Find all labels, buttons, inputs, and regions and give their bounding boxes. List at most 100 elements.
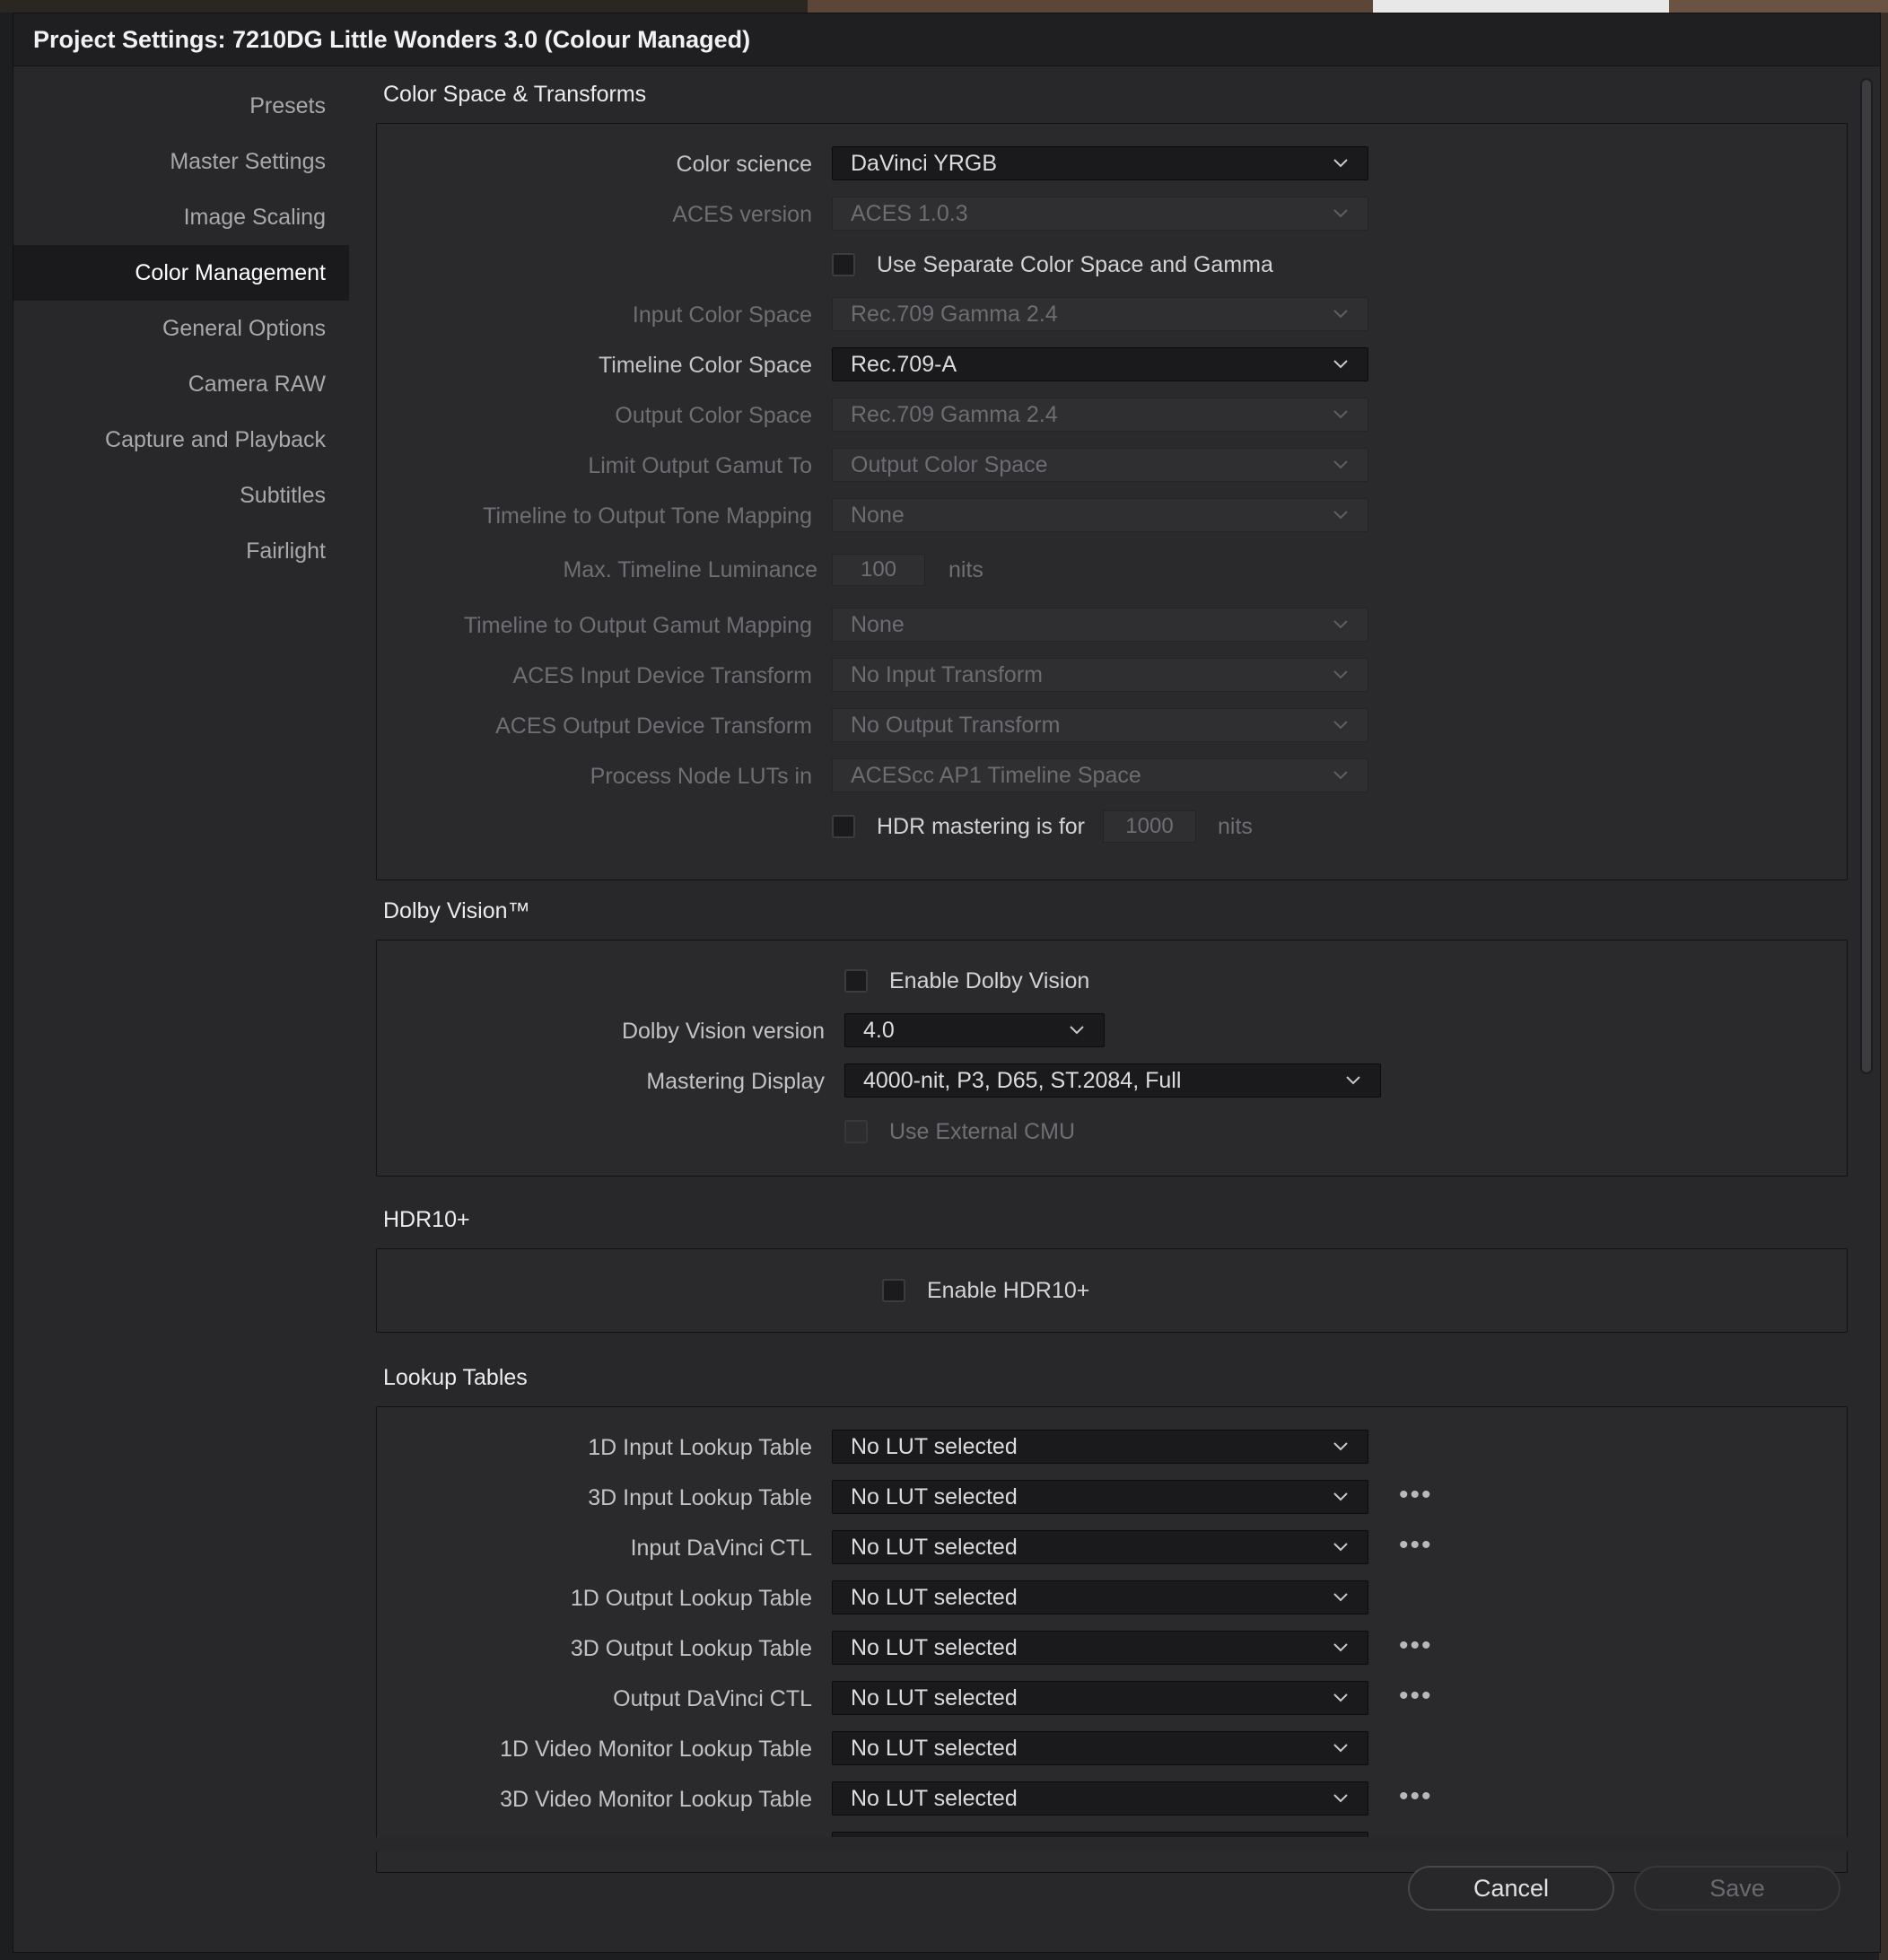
lut-row-label: Input DaVinci CTL — [630, 1536, 812, 1561]
hdr-mastering-unit: nits — [1218, 814, 1253, 839]
chevron-down-icon — [1332, 205, 1350, 223]
dropdown-value: Rec.709 Gamma 2.4 — [851, 302, 1058, 327]
lut-row-label: 3D Input Lookup Table — [588, 1485, 812, 1510]
lut-dropdown-3d-input[interactable]: No LUT selected — [832, 1480, 1368, 1514]
hdr-mastering-checkbox[interactable] — [832, 815, 855, 838]
max-luminance-input[interactable]: 100 — [832, 554, 925, 586]
lut-dropdown-1d-output[interactable]: No LUT selected — [832, 1580, 1368, 1614]
mastering-display-dropdown[interactable]: 4000-nit, P3, D65, ST.2084, Full — [844, 1063, 1381, 1098]
dolby-panel — [376, 940, 1848, 1177]
lut-row-label: 1D Video Monitor Lookup Table — [500, 1737, 812, 1762]
dropdown-value: None — [851, 503, 905, 528]
chevron-down-icon — [1332, 1689, 1350, 1707]
gamut-mapping-label: Timeline to Output Gamut Mapping — [463, 613, 812, 638]
aces-odt-label: ACES Output Device Transform — [495, 713, 812, 739]
chevron-down-icon — [1332, 616, 1350, 634]
chevron-down-icon — [1332, 406, 1350, 424]
dropdown-value: Rec.709-A — [851, 352, 957, 377]
enable-hdr10-checkbox[interactable] — [882, 1279, 905, 1302]
separate-color-space-label: Use Separate Color Space and Gamma — [877, 252, 1273, 277]
settings-content: Color Space & Transforms Color science D… — [13, 13, 1880, 1873]
chevron-down-icon — [1332, 1488, 1350, 1506]
dropdown-value: No LUT selected — [851, 1535, 1018, 1560]
dropdown-value: No Input Transform — [851, 662, 1043, 687]
max-luminance-label: Max. Timeline Luminance — [563, 557, 817, 582]
more-options-button[interactable]: ••• — [1399, 1532, 1435, 1566]
more-options-button[interactable]: ••• — [1399, 1783, 1435, 1817]
lut-dropdown-input-ctl[interactable]: No LUT selected — [832, 1530, 1368, 1564]
dropdown-value: DaVinci YRGB — [851, 151, 998, 176]
dropdown-value: No LUT selected — [851, 1685, 1018, 1711]
chevron-down-icon — [1332, 355, 1350, 373]
vertical-scrollbar[interactable] — [1860, 78, 1873, 1074]
more-options-button[interactable]: ••• — [1399, 1482, 1435, 1516]
more-options-button[interactable]: ••• — [1399, 1632, 1435, 1667]
chevron-down-icon — [1068, 1021, 1086, 1039]
enable-dolby-checkbox[interactable] — [844, 969, 868, 993]
process-node-luts-dropdown[interactable]: ACEScc AP1 Timeline Space — [832, 758, 1368, 792]
output-color-space-label: Output Color Space — [615, 403, 812, 428]
lut-row-label: 1D Output Lookup Table — [570, 1586, 812, 1611]
dropdown-value: No LUT selected — [851, 1585, 1018, 1610]
color-science-label: Color science — [676, 152, 812, 177]
save-button[interactable]: Save — [1634, 1866, 1840, 1911]
hdr-mastering-input[interactable]: 1000 — [1103, 810, 1196, 843]
dropdown-value: No LUT selected — [851, 1635, 1018, 1660]
mastering-display-label: Mastering Display — [646, 1069, 825, 1094]
enable-dolby-label: Enable Dolby Vision — [889, 968, 1090, 993]
aces-version-label: ACES version — [672, 202, 812, 227]
lut-dropdown-output-ctl[interactable]: No LUT selected — [832, 1681, 1368, 1715]
background-photo — [808, 0, 1373, 13]
dropdown-value: No LUT selected — [851, 1786, 1018, 1811]
scrollbar-thumb[interactable] — [1862, 80, 1871, 1072]
cancel-button[interactable]: Cancel — [1408, 1866, 1614, 1911]
chevron-down-icon — [1332, 506, 1350, 524]
chevron-down-icon — [1332, 1538, 1350, 1556]
chevron-down-icon — [1332, 305, 1350, 323]
lut-dropdown-3d-output[interactable]: No LUT selected — [832, 1631, 1368, 1665]
dolby-version-dropdown[interactable]: 4.0 — [844, 1013, 1105, 1047]
input-color-space-dropdown[interactable]: Rec.709 Gamma 2.4 — [832, 297, 1368, 331]
lut-dropdown-3d-monitor[interactable]: No LUT selected — [832, 1781, 1368, 1816]
lut-dropdown-1d-monitor[interactable]: No LUT selected — [832, 1731, 1368, 1765]
lut-row-label: 3D Output Lookup Table — [570, 1636, 812, 1661]
dropdown-value: No LUT selected — [851, 1434, 1018, 1459]
chevron-down-icon — [1332, 1639, 1350, 1657]
dropdown-value: None — [851, 612, 905, 637]
chevron-down-icon — [1332, 716, 1350, 734]
more-options-button[interactable]: ••• — [1399, 1683, 1435, 1717]
tone-mapping-dropdown[interactable]: None — [832, 498, 1368, 532]
aces-version-dropdown[interactable]: ACES 1.0.3 — [832, 197, 1368, 231]
external-cmu-checkbox[interactable] — [844, 1120, 868, 1143]
background-photo — [1669, 0, 1888, 13]
background-strip — [0, 0, 1888, 13]
timeline-color-space-dropdown[interactable]: Rec.709-A — [832, 347, 1368, 381]
aces-odt-dropdown[interactable]: No Output Transform — [832, 708, 1368, 742]
section-title-luts: Lookup Tables — [383, 1365, 528, 1390]
chevron-down-icon — [1332, 1438, 1350, 1456]
timeline-color-space-label: Timeline Color Space — [598, 353, 812, 378]
tone-mapping-label: Timeline to Output Tone Mapping — [483, 503, 812, 529]
gamut-mapping-dropdown[interactable]: None — [832, 608, 1368, 642]
dolby-version-label: Dolby Vision version — [621, 1019, 825, 1044]
max-luminance-unit: nits — [948, 557, 983, 582]
chevron-down-icon — [1332, 766, 1350, 784]
dropdown-value: 4000-nit, P3, D65, ST.2084, Full — [863, 1068, 1182, 1093]
output-color-space-dropdown[interactable]: Rec.709 Gamma 2.4 — [832, 398, 1368, 432]
aces-idt-dropdown[interactable]: No Input Transform — [832, 658, 1368, 692]
chevron-down-icon — [1344, 1072, 1362, 1089]
lut-row-label: 1D Input Lookup Table — [588, 1435, 812, 1460]
limit-output-gamut-dropdown[interactable]: Output Color Space — [832, 448, 1368, 482]
chevron-down-icon — [1332, 456, 1350, 474]
dropdown-value: No LUT selected — [851, 1484, 1018, 1509]
chevron-down-icon — [1332, 1789, 1350, 1807]
dropdown-value: ACEScc AP1 Timeline Space — [851, 763, 1141, 788]
scroll-clip — [376, 1837, 1848, 1851]
enable-hdr10-label: Enable HDR10+ — [927, 1278, 1090, 1303]
lut-dropdown-1d-input[interactable]: No LUT selected — [832, 1430, 1368, 1464]
process-node-luts-label: Process Node LUTs in — [590, 764, 812, 789]
color-science-dropdown[interactable]: DaVinci YRGB — [832, 146, 1368, 180]
lut-row-label: Output DaVinci CTL — [613, 1686, 812, 1711]
separate-color-space-checkbox[interactable] — [832, 253, 855, 276]
aces-idt-label: ACES Input Device Transform — [512, 663, 812, 688]
